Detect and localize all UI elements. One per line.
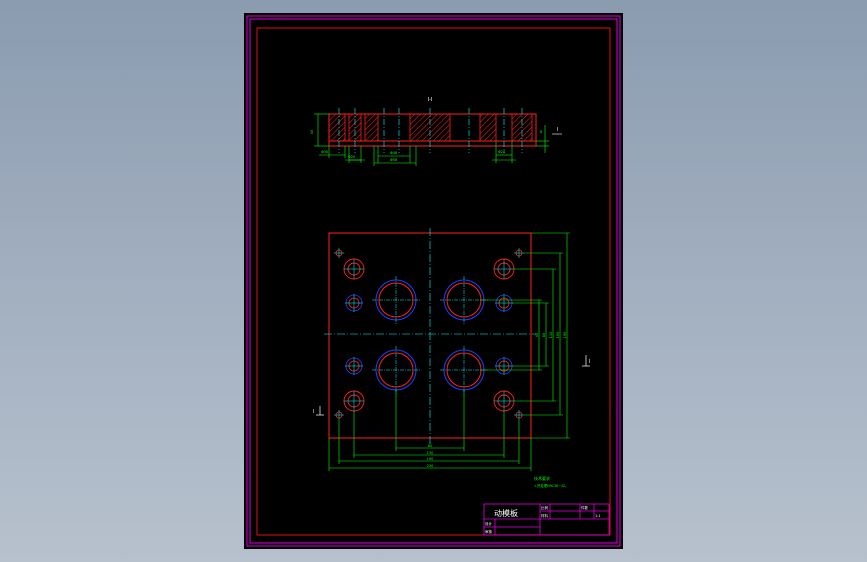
notes-line2: 1.热处理HRC38~42。: [534, 483, 568, 488]
part-name: 动模板: [494, 508, 518, 518]
dim-c: Φ48: [390, 151, 397, 155]
section-marker: I: [557, 127, 558, 133]
tb-cell-d: 材料: [541, 513, 549, 518]
dim-a: Φ30: [321, 150, 328, 154]
tb-cell-e: 件数: [581, 505, 589, 510]
drawing-sheet: I-I 40 Φ30 Φ20 Φ48 Φ56 Φ20 8 I 80 130 19…: [244, 13, 623, 549]
dim-h4: 160: [556, 332, 560, 339]
dim-b: Φ20: [348, 155, 355, 159]
border-frame: [256, 27, 611, 536]
dim-w4: 230: [427, 464, 434, 468]
dim-w1: 80: [428, 444, 432, 448]
section-label: I-I: [428, 97, 433, 103]
dim-h3: 110: [549, 332, 553, 339]
cad-drawing: I-I 40 Φ30 Φ20 Φ48 Φ56 Φ20 8 I 80 130 19…: [246, 15, 621, 547]
tb-cell-f: 1:1: [595, 514, 601, 518]
counterbore-holes: [343, 258, 515, 412]
dim-h2: 80: [542, 333, 546, 337]
plan-view: 80 130 190 230 40 80 110 160 190 I I: [313, 228, 590, 471]
dim-h5: 190: [563, 332, 567, 339]
marker-left: I: [313, 409, 314, 415]
marker-right: I: [589, 359, 590, 365]
notes-line1: 技术要求: [534, 475, 550, 481]
dim-left-height: 40: [310, 130, 314, 134]
dim-w3: 190: [427, 457, 434, 461]
section-view: I-I 40 Φ30 Φ20 Φ48 Φ56 Φ20 8 I: [310, 97, 562, 166]
outer-frame: [246, 15, 621, 547]
outer-frame-inner-line: [249, 18, 618, 544]
dim-d: Φ56: [390, 158, 397, 162]
dim-e: Φ20: [498, 150, 505, 154]
technical-notes: 技术要求 1.热处理HRC38~42。: [534, 475, 568, 488]
tb-cell-c: 比例: [541, 505, 549, 510]
dim-right-depth: 8: [540, 130, 542, 134]
tb-cell-b: 审核: [485, 529, 493, 534]
dim-w2: 130: [427, 451, 434, 455]
tb-cell-a: 设计: [485, 521, 493, 526]
dim-h1: 40: [535, 333, 539, 337]
